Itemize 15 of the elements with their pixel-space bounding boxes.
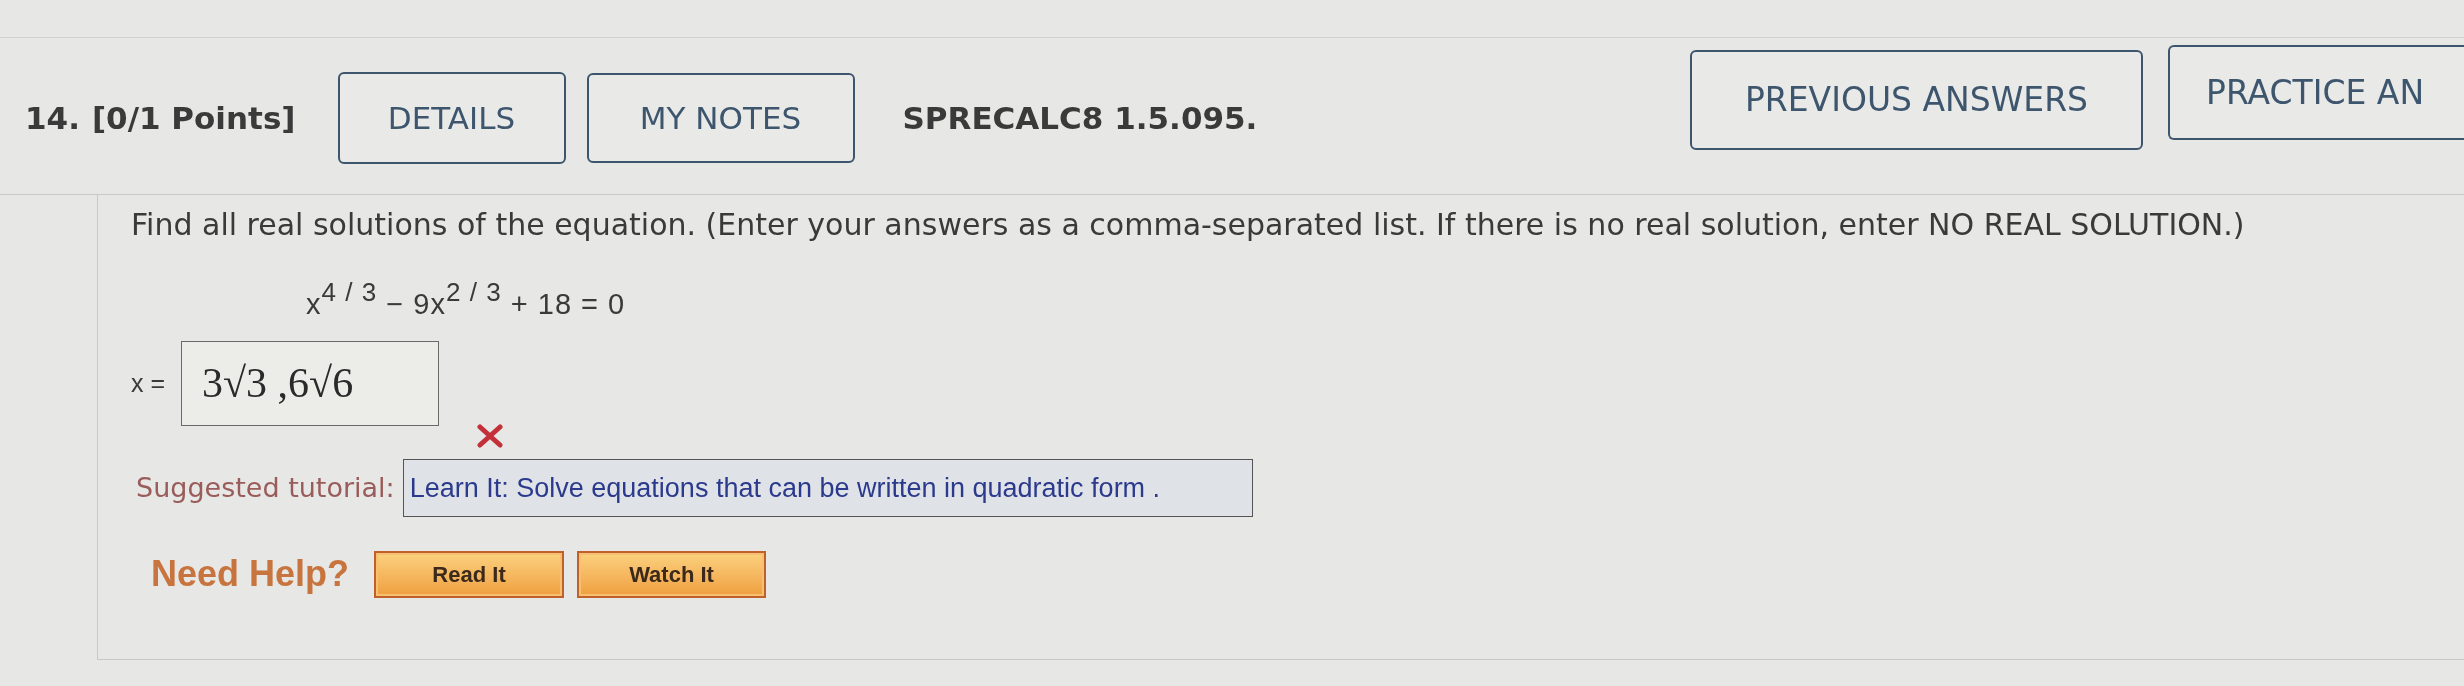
- notes-button[interactable]: MY NOTES: [586, 73, 855, 163]
- answer-field[interactable]: 3√3 ,6√6: [181, 341, 440, 426]
- problem-code: SPRECALC8 1.5.095.: [902, 98, 1258, 138]
- instruction-text: Find all real solutions of the equation. (Enter your answers as a comma-separated list. If there is no real solution, enter NO REAL SOLUTION.): [131, 206, 2246, 244]
- answer-label: x =: [131, 367, 166, 399]
- read-it-button[interactable]: Read It: [374, 550, 565, 598]
- question-number: 14.: [25, 98, 80, 138]
- tutorial-link[interactable]: Learn It: Solve equations that can be written in quadratic form .: [402, 459, 1253, 517]
- previous-answers-button[interactable]: PREVIOUS ANSWERS: [1690, 50, 2143, 150]
- points-score: [0/1 Points]: [91, 98, 296, 138]
- tutorial-label: Suggested tutorial:: [136, 470, 395, 505]
- need-help-label: Need Help?: [151, 552, 350, 596]
- practice-button[interactable]: PRACTICE AN: [2168, 45, 2464, 140]
- watch-it-button[interactable]: Watch It: [577, 550, 767, 598]
- details-button[interactable]: DETAILS: [337, 72, 566, 164]
